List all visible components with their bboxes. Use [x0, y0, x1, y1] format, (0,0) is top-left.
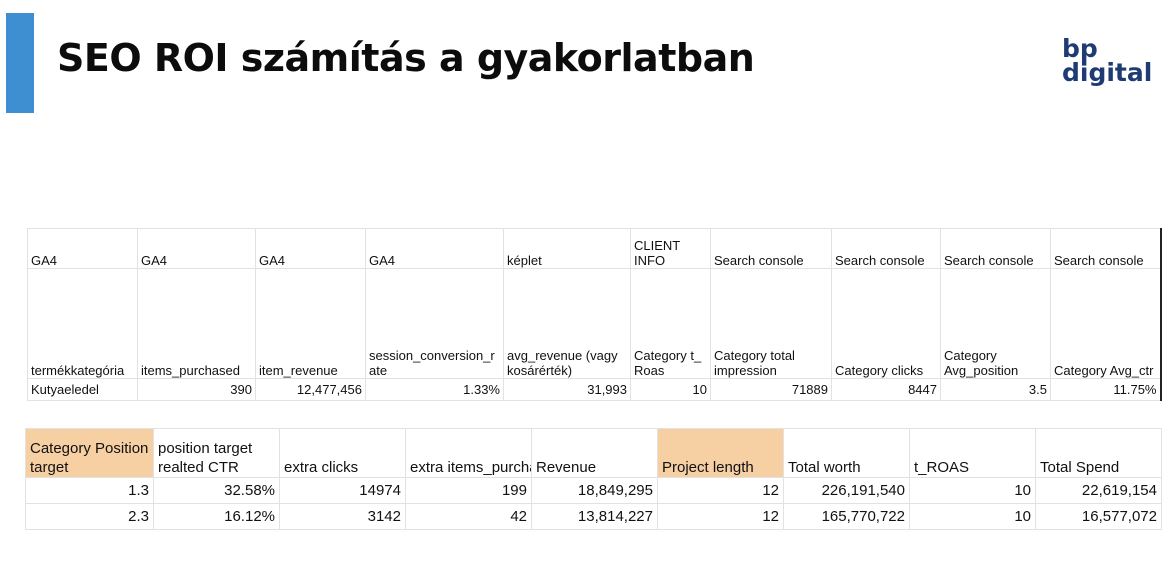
table-cell: 18,849,295 — [531, 477, 658, 504]
table-cell: 22,619,154 — [1035, 477, 1162, 504]
header-cell: Category Avg_ctr — [1050, 268, 1161, 379]
table-cell: 3142 — [279, 503, 406, 530]
header-cell: extra clicks — [279, 428, 406, 478]
table-row: 1.3 32.58% 14974 199 18,849,295 12 226,1… — [25, 477, 1162, 504]
source-cell: GA4 — [27, 228, 138, 269]
source-cell: GA4 — [137, 228, 256, 269]
table-cell: 11.75% — [1050, 378, 1161, 401]
logo-line-2: digital — [1062, 58, 1153, 87]
table-cell: 13,814,227 — [531, 503, 658, 530]
table-cell: 8447 — [831, 378, 941, 401]
page-title: SEO ROI számítás a gyakorlatban — [57, 36, 755, 80]
source-cell: képlet — [503, 228, 631, 269]
table-cell: Kutyaeledel — [27, 378, 138, 401]
table-cell: 199 — [405, 477, 532, 504]
source-cell: CLIENT INFO — [630, 228, 711, 269]
category-data-table: GA4 GA4 GA4 GA4 képlet CLIENT INFO Searc… — [27, 228, 1162, 401]
roi-projection-table: Category Position target position target… — [25, 428, 1162, 530]
title-accent-bar — [6, 13, 34, 113]
table-cell: 71889 — [710, 378, 832, 401]
source-cell: GA4 — [365, 228, 504, 269]
source-cell: GA4 — [255, 228, 366, 269]
header-cell: Revenue — [531, 428, 658, 478]
header-row: Category Position target position target… — [25, 428, 1162, 478]
header-cell: Total Spend — [1035, 428, 1162, 478]
table-cell: 3.5 — [940, 378, 1051, 401]
source-cell: Search console — [710, 228, 832, 269]
header-cell: Category clicks — [831, 268, 941, 379]
table-cell: 390 — [137, 378, 256, 401]
header-cell: Category Avg_position — [940, 268, 1051, 379]
header-cell-highlighted: Project length — [657, 428, 784, 478]
header-cell: extra items_purchas — [405, 428, 532, 478]
header-cell: Category t_Roas — [630, 268, 711, 379]
table-cell: 165,770,722 — [783, 503, 910, 530]
source-cell: Search console — [831, 228, 941, 269]
table-cell: 1.33% — [365, 378, 504, 401]
table-cell: 32.58% — [153, 477, 280, 504]
header-cell: avg_revenue (vagy kosárérték) — [503, 268, 631, 379]
header-cell: Category total impression — [710, 268, 832, 379]
header-cell: items_purchased — [137, 268, 256, 379]
table-cell: 16.12% — [153, 503, 280, 530]
table-cell: 42 — [405, 503, 532, 530]
source-row: GA4 GA4 GA4 GA4 képlet CLIENT INFO Searc… — [27, 228, 1161, 269]
table-cell: 16,577,072 — [1035, 503, 1162, 530]
table-cell: 12 — [657, 503, 784, 530]
header-cell: Total worth — [783, 428, 910, 478]
table-cell: 12 — [657, 477, 784, 504]
header-cell: item_revenue — [255, 268, 366, 379]
header-cell: position target realted CTR — [153, 428, 280, 478]
source-cell: Search console — [1050, 228, 1161, 269]
table-cell: 12,477,456 — [255, 378, 366, 401]
table-cell: 10 — [909, 477, 1036, 504]
source-cell: Search console — [940, 228, 1051, 269]
table-cell: 1.3 — [25, 477, 154, 504]
table-cell: 10 — [909, 503, 1036, 530]
header-cell: termékkategória — [27, 268, 138, 379]
table-cell: 226,191,540 — [783, 477, 910, 504]
bp-digital-logo: bp digital — [1062, 36, 1152, 86]
header-row: termékkategória items_purchased item_rev… — [27, 268, 1161, 379]
table-cell: 2.3 — [25, 503, 154, 530]
table-row: 2.3 16.12% 3142 42 13,814,227 12 165,770… — [25, 503, 1162, 530]
header-cell: session_conversion_rate — [365, 268, 504, 379]
table-cell: 31,993 — [503, 378, 631, 401]
table-cell: 14974 — [279, 477, 406, 504]
header-cell-highlighted: Category Position target — [25, 428, 154, 478]
table-cell: 10 — [630, 378, 711, 401]
table-row: Kutyaeledel 390 12,477,456 1.33% 31,993 … — [27, 378, 1161, 401]
header-cell: t_ROAS — [909, 428, 1036, 478]
